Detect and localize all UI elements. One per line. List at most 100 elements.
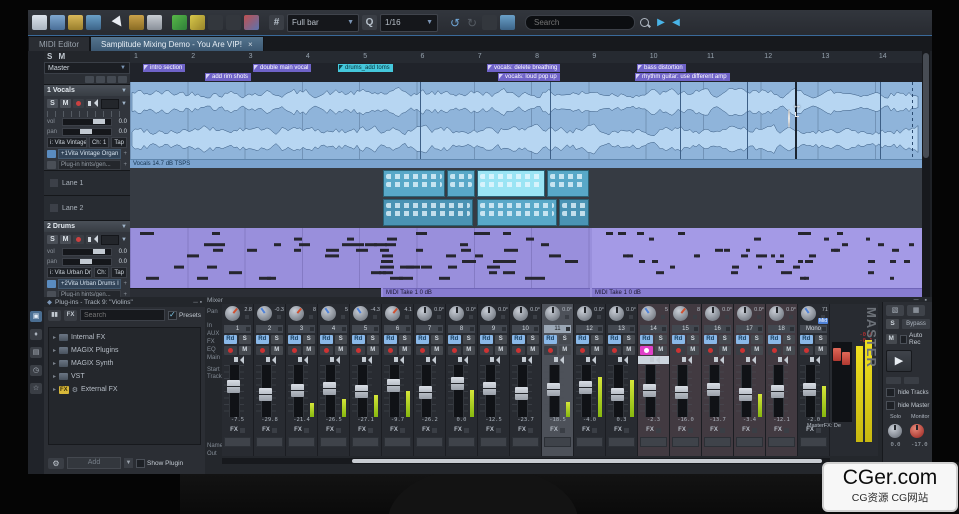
record-button[interactable] — [736, 346, 749, 355]
channel-number[interactable]: 11 — [544, 325, 571, 333]
mute-button[interactable]: M — [623, 346, 636, 355]
mixer-channel-strip[interactable]: 0.0°10RdSM-23.7FX — [510, 304, 542, 456]
solo-button[interactable]: S — [271, 335, 284, 344]
channel-name-box[interactable] — [384, 437, 411, 447]
record-button[interactable] — [320, 346, 333, 355]
fader-cap[interactable] — [323, 382, 336, 395]
cut-tool-icon[interactable] — [190, 15, 205, 30]
fader-area[interactable] — [446, 365, 477, 417]
record-button[interactable] — [416, 346, 429, 355]
channel-number[interactable]: 16 — [704, 325, 731, 333]
new-project-icon[interactable] — [32, 15, 47, 30]
record-button[interactable] — [512, 346, 525, 355]
solo-button[interactable]: S — [751, 335, 764, 344]
channel-number[interactable]: 18 — [768, 325, 795, 333]
fader-area[interactable] — [222, 365, 253, 417]
fader-cap[interactable] — [611, 388, 624, 401]
track-monitor-button[interactable] — [86, 235, 97, 244]
take-clip[interactable] — [477, 199, 557, 226]
pan-knob[interactable] — [385, 306, 400, 321]
mixer-channel-strip[interactable]: 0.0°13RdSM0.3FX — [606, 304, 638, 456]
fader-area[interactable] — [478, 365, 509, 417]
timeline-marker[interactable]: vocals: loud pop up — [498, 73, 560, 81]
master-fader-track[interactable] — [832, 342, 852, 422]
fader-cap[interactable] — [515, 387, 528, 400]
mixer-channel-strip[interactable]: -4.35RdSM-27.1FX — [350, 304, 382, 456]
mute-button[interactable]: M — [303, 346, 316, 355]
fader-cap[interactable] — [483, 382, 496, 395]
fx-menu-box[interactable] — [592, 428, 597, 433]
pan-knob[interactable] — [417, 306, 432, 321]
fader-area[interactable] — [350, 365, 381, 417]
solo-button[interactable]: S — [495, 335, 508, 344]
track-mute-button[interactable]: M — [60, 235, 71, 244]
channel-fx-button[interactable]: FX — [702, 425, 733, 435]
record-ready-button[interactable]: Rd — [320, 335, 333, 344]
mute-button[interactable]: M — [495, 346, 508, 355]
monitor-speaker-row[interactable] — [702, 356, 733, 364]
instruments-tab-icon[interactable]: ▮▮ — [48, 310, 61, 321]
record-button[interactable] — [352, 346, 365, 355]
track-solo-button[interactable]: S — [47, 235, 58, 244]
channel-fx-button[interactable]: FX — [286, 425, 317, 435]
plugin-slot[interactable]: +2Vita Urban Drums I+ — [44, 278, 130, 289]
fader-cap[interactable] — [707, 383, 720, 396]
fader-track[interactable] — [453, 365, 464, 417]
pan-knob[interactable] — [577, 306, 592, 321]
fader-cap[interactable] — [643, 384, 656, 397]
fader-cap[interactable] — [355, 385, 368, 398]
record-ready-button[interactable]: Rd — [704, 335, 717, 344]
mini-button-icon[interactable] — [904, 377, 919, 384]
take-clip[interactable] — [447, 170, 475, 197]
channel-fx-button[interactable]: FX — [638, 425, 669, 435]
pan-reset-box[interactable] — [501, 315, 505, 319]
mixer-channel-strip[interactable]: 83RdSM-21.4FX — [286, 304, 318, 456]
fx-menu-box[interactable] — [560, 428, 565, 433]
fader-area[interactable] — [702, 365, 733, 417]
pan-reset-box[interactable] — [789, 315, 793, 319]
channel-fx-button[interactable]: FX — [478, 425, 509, 435]
solo-button[interactable]: S — [623, 335, 636, 344]
panel-minimize-icon[interactable]: ─ ▪ — [193, 299, 202, 306]
solo-button[interactable]: S — [591, 335, 604, 344]
slider-track[interactable] — [62, 128, 112, 136]
fader-area[interactable] — [510, 365, 541, 417]
instrument-dropdown[interactable]: i: Vita Urban Dr ▾ — [47, 267, 92, 278]
close-icon[interactable]: × — [248, 40, 253, 49]
pan-knob[interactable] — [769, 306, 784, 321]
channel-fx-button[interactable]: FX — [382, 425, 413, 435]
export-icon[interactable] — [86, 15, 101, 30]
record-button[interactable] — [704, 346, 717, 355]
channel-fx-button[interactable]: FX — [766, 425, 797, 435]
pan-knob[interactable] — [641, 306, 656, 321]
plus-icon[interactable]: + — [123, 281, 127, 287]
undo-icon[interactable]: ↺ — [448, 16, 462, 30]
record-ready-button[interactable]: Rd — [512, 335, 525, 344]
snapshot-icon[interactable] — [482, 15, 497, 30]
slider-handle[interactable] — [80, 259, 92, 264]
mixer-channel-strip[interactable]: 0.0°7RdSM-26.2FX — [414, 304, 446, 456]
monitor-speaker-row[interactable] — [286, 356, 317, 364]
channel-name-box[interactable] — [672, 437, 699, 447]
fader-cap[interactable] — [547, 383, 560, 396]
pan-knob[interactable] — [673, 306, 688, 321]
fader-area[interactable] — [414, 365, 445, 417]
fader-area[interactable] — [286, 365, 317, 417]
channel-select-box[interactable] — [406, 327, 410, 331]
fader-area[interactable] — [798, 365, 829, 417]
take-clip[interactable] — [559, 199, 589, 226]
solo-button[interactable]: S — [399, 335, 412, 344]
channel-select-box[interactable] — [566, 327, 570, 331]
tree-item[interactable]: ▸FX⚙External FX — [49, 383, 200, 396]
scrollbar-thumb[interactable] — [352, 459, 822, 463]
track-mute-button[interactable]: M — [60, 99, 71, 108]
timeline-marker[interactable]: vocals: delete breathing — [487, 64, 560, 72]
track-vol-slider[interactable]: vol0.0 — [44, 247, 130, 257]
channel-name-box[interactable] — [480, 437, 507, 447]
channel-name-box[interactable] — [800, 437, 827, 447]
record-button[interactable] — [288, 346, 301, 355]
tab-midi-editor[interactable]: MIDI Editor — [28, 36, 90, 51]
master-fader-left[interactable] — [833, 348, 841, 361]
pan-knob[interactable] — [449, 306, 464, 321]
channel-select-box[interactable] — [598, 327, 602, 331]
